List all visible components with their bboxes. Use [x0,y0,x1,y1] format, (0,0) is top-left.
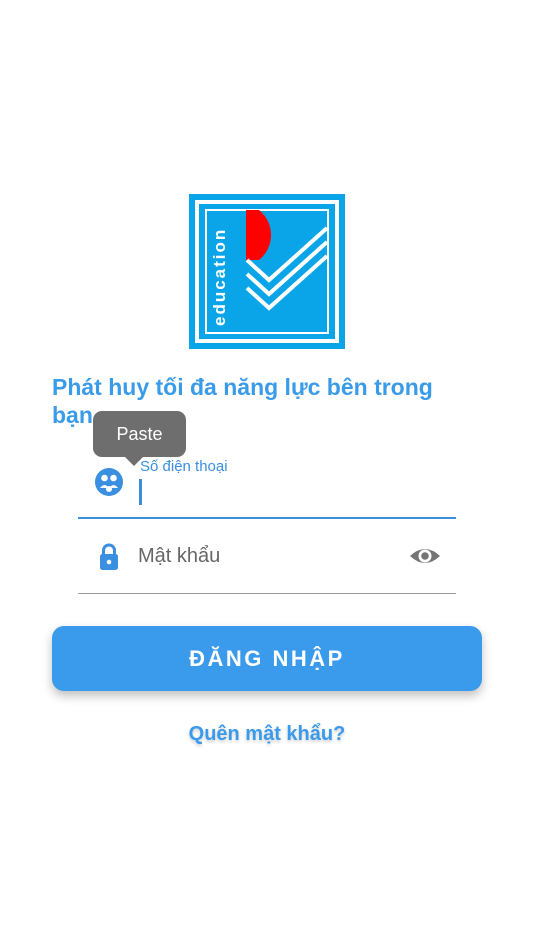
text-cursor [139,479,142,505]
eye-icon[interactable] [408,542,442,570]
phone-label: Số điện thoại [140,458,228,475]
password-field[interactable] [78,528,456,594]
login-button[interactable]: ĐĂNG NHẬP [52,626,482,691]
logo-text: education [210,228,229,326]
password-input[interactable] [138,540,398,572]
phone-input[interactable] [138,477,438,507]
paste-label: Paste [116,423,163,444]
forgot-password-link[interactable]: Quên mật khẩu? [0,723,534,746]
user-group-icon [94,467,124,497]
app-logo: education [189,194,345,349]
lock-icon [94,541,124,571]
paste-tooltip[interactable]: Paste [93,411,186,466]
